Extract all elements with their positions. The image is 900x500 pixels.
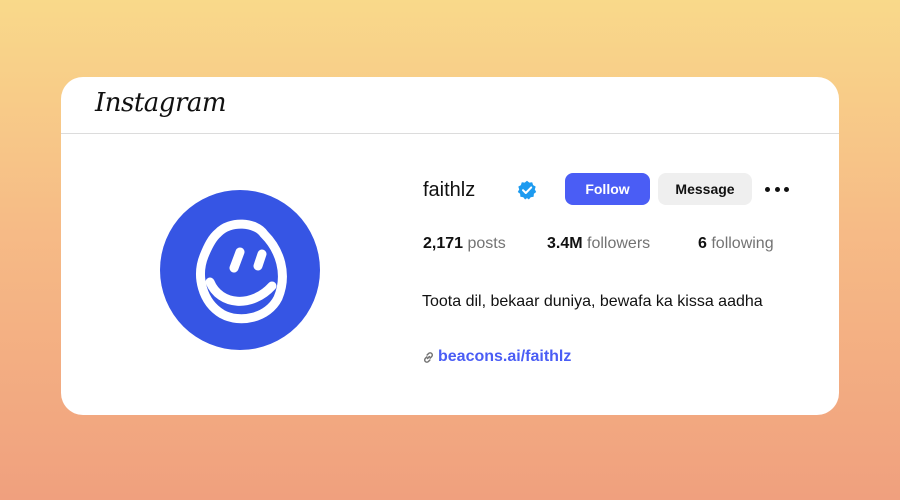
link-icon — [424, 351, 433, 363]
card-header: Instagram — [61, 77, 839, 134]
followers-count: 3.4M — [547, 235, 588, 252]
smiley-face-icon — [196, 219, 287, 324]
stat-following[interactable]: 6 following — [698, 235, 774, 253]
followers-label: followers — [587, 235, 651, 252]
following-count: 6 — [698, 235, 712, 252]
more-options-icon[interactable] — [765, 179, 789, 199]
posts-label: posts — [467, 235, 506, 252]
follow-button[interactable]: Follow — [565, 173, 650, 205]
posts-count: 2,171 — [423, 235, 468, 252]
stat-followers[interactable]: 3.4M followers — [547, 235, 650, 253]
stat-posts[interactable]: 2,171 posts — [423, 235, 506, 253]
avatar[interactable] — [160, 190, 320, 350]
message-button[interactable]: Message — [658, 173, 752, 205]
instagram-logo[interactable]: Instagram — [95, 88, 227, 118]
following-label: following — [711, 235, 774, 252]
username: faithlz — [423, 179, 476, 201]
profile-link-text[interactable]: beacons.ai/faithlz — [438, 348, 571, 366]
profile-bio: Toota dil, bekaar duniya, bewafa ka kiss… — [422, 293, 763, 310]
profile-link[interactable]: beacons.ai/faithlz — [422, 348, 571, 366]
verified-badge-icon — [517, 180, 537, 200]
profile-card: Instagram faithlz Follow Message 2,171 p… — [61, 77, 839, 415]
